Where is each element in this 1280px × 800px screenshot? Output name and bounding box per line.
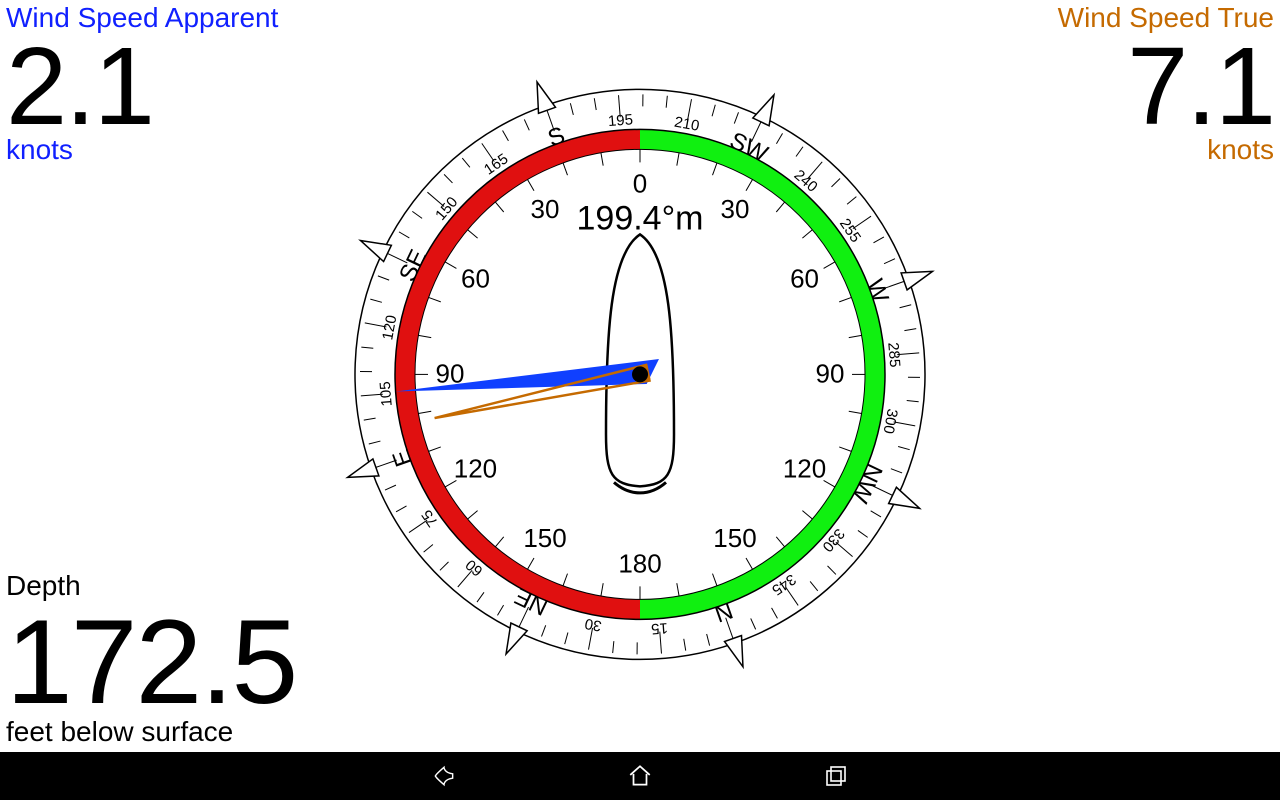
svg-text:30: 30 [531, 194, 560, 224]
wind-apparent-value: 2.1 [6, 32, 278, 142]
svg-text:285: 285 [884, 342, 903, 368]
svg-text:199.4°m: 199.4°m [576, 199, 703, 237]
svg-text:60: 60 [790, 263, 819, 293]
wind-apparent-panel: Wind Speed Apparent 2.1 knots [6, 2, 278, 166]
depth-panel: Depth 172.5 feet below surface [6, 570, 296, 748]
svg-text:15: 15 [651, 619, 669, 637]
wind-true-value: 7.1 [1058, 32, 1274, 142]
back-button[interactable] [431, 763, 457, 789]
wind-compass[interactable]: 1530607510512015016519521024025528530033… [320, 54, 960, 694]
svg-text:30: 30 [583, 615, 603, 635]
svg-text:195: 195 [607, 111, 633, 130]
home-button[interactable] [627, 763, 653, 789]
svg-text:105: 105 [377, 381, 396, 407]
svg-text:30: 30 [721, 194, 750, 224]
svg-text:60: 60 [461, 263, 490, 293]
svg-text:90: 90 [816, 358, 845, 388]
svg-text:0: 0 [633, 168, 647, 198]
depth-value: 172.5 [6, 602, 296, 722]
svg-text:180: 180 [618, 548, 661, 578]
recent-apps-button[interactable] [823, 763, 849, 789]
svg-text:120: 120 [454, 453, 497, 483]
svg-text:120: 120 [783, 453, 826, 483]
wind-true-panel: Wind Speed True 7.1 knots [1058, 2, 1274, 166]
android-nav-bar [0, 752, 1280, 800]
svg-text:150: 150 [713, 523, 756, 553]
svg-text:150: 150 [523, 523, 566, 553]
